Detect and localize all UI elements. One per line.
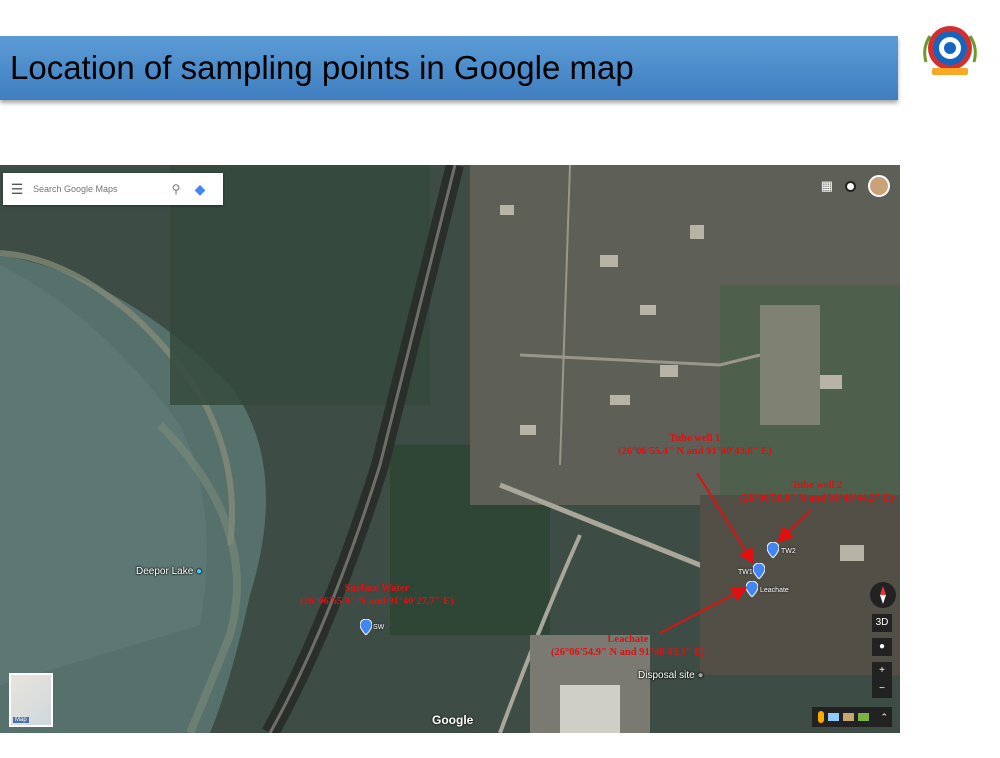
compass-icon[interactable] — [870, 582, 896, 608]
search-box: ☰ ⚲ ◆ — [3, 173, 223, 205]
pegman-icon[interactable] — [818, 711, 824, 723]
map-layer-toggle[interactable]: Map — [9, 673, 53, 727]
pin-tube-well-2-icon[interactable] — [767, 542, 779, 558]
street-view-bar: ⌃ — [812, 707, 892, 727]
pin-label-tw1: TW1 — [738, 569, 753, 576]
hamburger-menu-icon[interactable]: ☰ — [3, 181, 31, 198]
annotation-tube-well-1: Tube well 1 (26°06'55.4" N and 91°40'43.… — [618, 433, 772, 457]
pegman-small-icon[interactable]: ● — [872, 638, 892, 656]
map-controls: 3D ● + − — [870, 582, 896, 698]
place-marker-icon: ● — [697, 670, 704, 681]
expand-icon[interactable]: ⌃ — [880, 712, 888, 723]
pin-tube-well-1-icon[interactable] — [753, 563, 765, 579]
satellite-map[interactable]: ☰ ⚲ ◆ ▦ Deepor Lake ● Disposal site ● SW… — [0, 165, 900, 733]
tilt-3d-button[interactable]: 3D — [872, 614, 892, 632]
directions-icon[interactable]: ◆ — [187, 181, 213, 198]
layer-tile-icon[interactable] — [843, 713, 854, 721]
layer-tile-icon[interactable] — [858, 713, 869, 721]
annotation-surface-water: Surface Water (26°06'55.9" N and 91°40'2… — [300, 583, 454, 607]
annotation-leachate: Leachate (26°06'54.9" N and 91°40'43.3" … — [551, 634, 705, 658]
google-logo: Google — [432, 713, 474, 727]
pin-label-leachate: Leachate — [760, 587, 789, 594]
place-label-deepor-lake[interactable]: Deepor Lake ● — [136, 566, 202, 577]
search-icon[interactable]: ⚲ — [165, 182, 187, 196]
slide-title: Location of sampling points in Google ma… — [10, 49, 634, 86]
avatar[interactable] — [868, 175, 890, 197]
annotation-tube-well-2: Tube well 2 (26°06'56.0" N and 91°40'44.… — [740, 480, 894, 504]
search-input[interactable] — [31, 183, 165, 195]
institution-logo-icon — [923, 26, 977, 75]
apps-grid-icon[interactable]: ▦ — [821, 178, 833, 194]
pin-label-tw2: TW2 — [781, 548, 796, 555]
notifications-icon[interactable] — [845, 180, 856, 192]
account-controls: ▦ — [821, 175, 890, 197]
lake-marker-icon: ● — [196, 566, 203, 577]
pin-surface-water-icon[interactable] — [360, 619, 372, 635]
place-label-disposal-site[interactable]: Disposal site ● — [638, 670, 704, 681]
pin-leachate-icon[interactable] — [746, 581, 758, 597]
zoom-in-button[interactable]: + — [872, 662, 892, 680]
layer-tile-icon[interactable] — [828, 713, 839, 721]
pin-label-sw: SW — [373, 624, 385, 631]
zoom-out-button[interactable]: − — [872, 680, 892, 698]
slide-title-bar: Location of sampling points in Google ma… — [0, 36, 898, 100]
map-layer-label: Map — [13, 717, 29, 723]
